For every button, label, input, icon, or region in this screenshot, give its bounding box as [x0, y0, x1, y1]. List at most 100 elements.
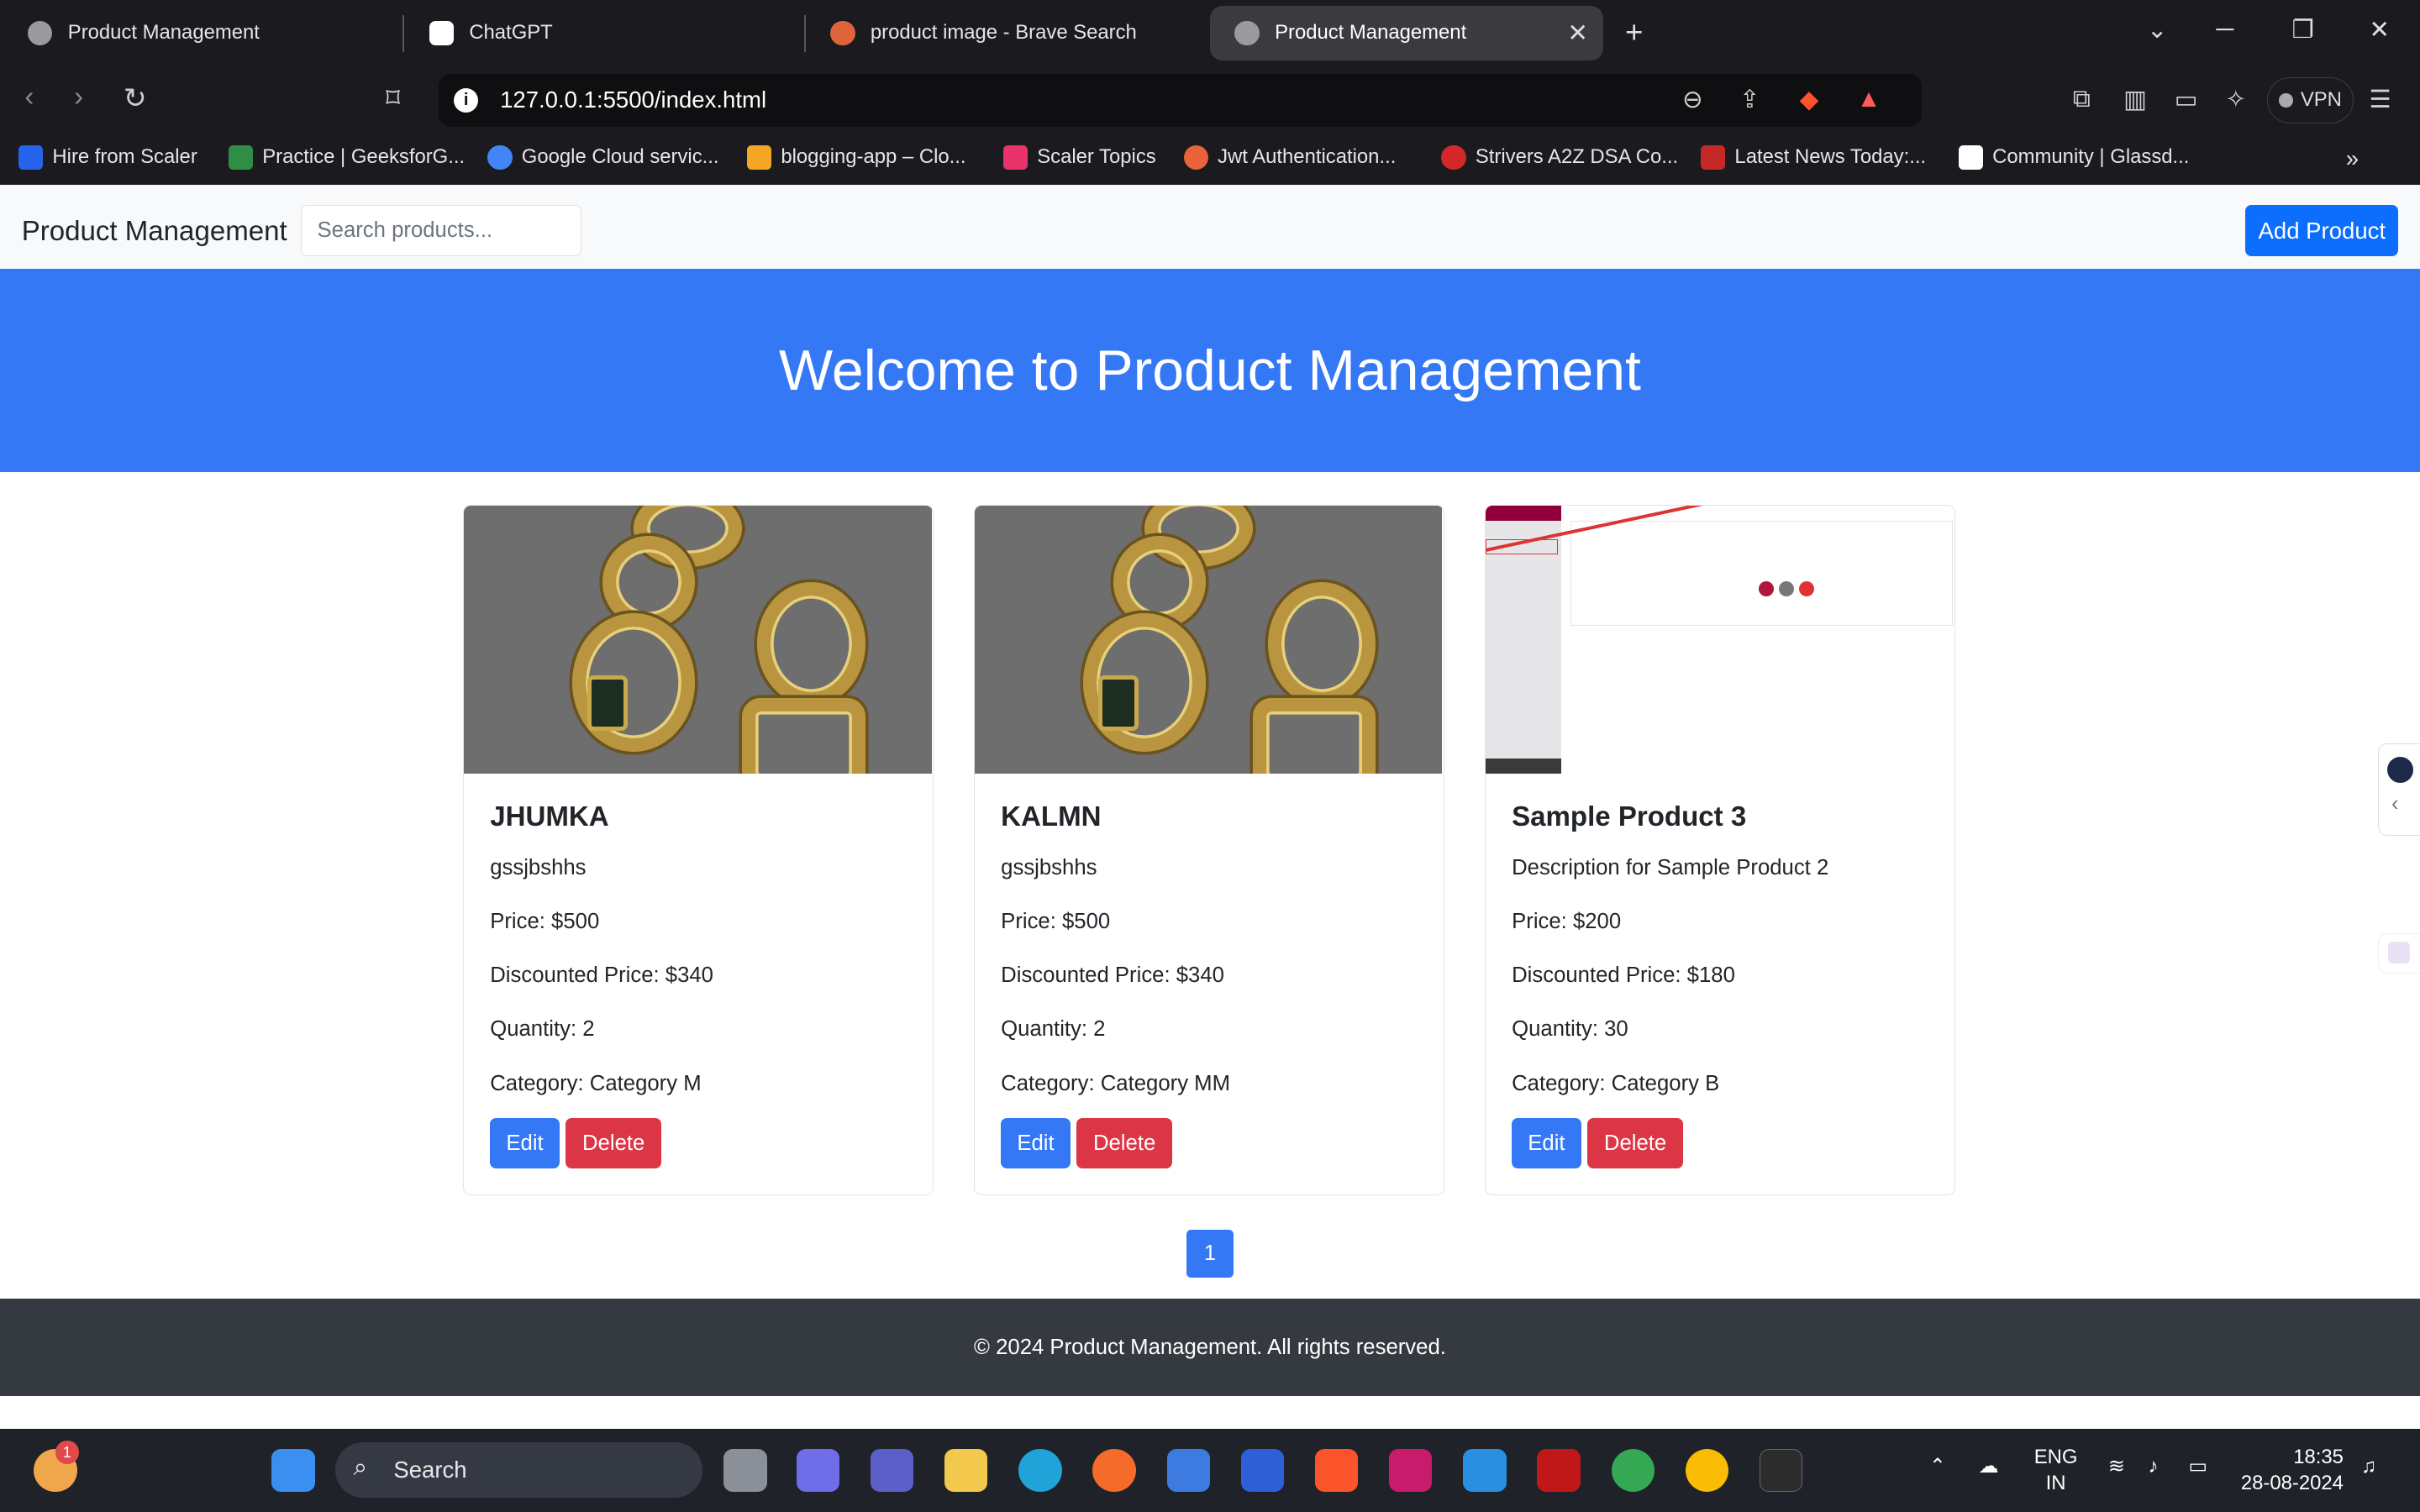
product-card: KALMN gssjbshhs Price: $500 Discounted P…: [973, 504, 1445, 1196]
takeuforward-icon: [1441, 144, 1466, 170]
ring-shape: [741, 698, 865, 774]
bookmark-item[interactable]: blogging-app – Clo...: [746, 144, 966, 170]
add-product-button[interactable]: Add Product: [2245, 205, 2399, 256]
edit-button[interactable]: Edit: [1512, 1117, 1581, 1169]
vscode-icon[interactable]: [1463, 1448, 1507, 1493]
hero-banner: Welcome to Product Management: [0, 268, 2420, 472]
zoom-icon[interactable]: ⊖: [1682, 85, 1703, 114]
brave-rewards-icon[interactable]: ▲: [1857, 85, 1881, 113]
product-discounted-price: Discounted Price: $180: [1512, 963, 1735, 988]
terminal-icon[interactable]: [1759, 1448, 1803, 1493]
bookmark-item[interactable]: Scaler Topics: [1002, 144, 1156, 170]
delete-button[interactable]: Delete: [566, 1117, 662, 1169]
delete-button[interactable]: Delete: [1076, 1117, 1173, 1169]
chrome-profile-icon[interactable]: [1685, 1448, 1729, 1493]
tab-chatgpt[interactable]: ChatGPT: [404, 6, 802, 60]
bookmark-label: blogging-app – Clo...: [781, 145, 966, 169]
app-icon[interactable]: [1240, 1448, 1285, 1493]
google-cloud-icon: [487, 144, 513, 170]
tab-title: Product Management: [1275, 21, 1467, 45]
intellij-icon[interactable]: [1389, 1448, 1433, 1493]
bookmark-item[interactable]: Strivers A2Z DSA Co...: [1441, 144, 1678, 170]
store-icon[interactable]: [1166, 1448, 1210, 1493]
restore-icon[interactable]: ❐: [2291, 15, 2313, 45]
site-info-icon[interactable]: i: [453, 87, 479, 113]
menu-icon[interactable]: ☰: [2369, 85, 2391, 114]
wallet-icon[interactable]: ▭: [2175, 85, 2198, 114]
brave-taskbar-icon[interactable]: [1314, 1448, 1359, 1493]
screenshot-footer: [1485, 758, 1561, 774]
edit-button[interactable]: Edit: [490, 1117, 560, 1169]
brand-title[interactable]: Product Management: [22, 216, 287, 248]
edit-button[interactable]: Edit: [1001, 1117, 1071, 1169]
brave-icon: [830, 20, 855, 46]
wifi-icon[interactable]: ≋: [2108, 1453, 2125, 1479]
file-explorer-icon[interactable]: [944, 1448, 988, 1493]
jwt-icon: [1183, 144, 1209, 170]
bookmark-label: Community | Glassd...: [1992, 145, 2190, 169]
copilot-icon[interactable]: [796, 1448, 840, 1493]
vpn-button[interactable]: VPN: [2267, 76, 2354, 123]
more-bookmarks-icon[interactable]: »: [2346, 145, 2359, 172]
hero-title: Welcome to Product Management: [779, 338, 1641, 402]
bookmark-label: Google Cloud servic...: [521, 145, 719, 169]
product-quantity: Quantity: 30: [1512, 1017, 1628, 1042]
bookmark-item[interactable]: Jwt Authentication...: [1183, 144, 1396, 170]
screenshot-canvas: [1570, 520, 1954, 626]
task-view-icon[interactable]: [723, 1448, 767, 1493]
bookmark-item[interactable]: Latest News Today:...: [1701, 144, 1926, 170]
taskbar-search[interactable]: ⌕ Search: [334, 1442, 702, 1499]
page-footer: © 2024 Product Management. All rights re…: [0, 1299, 2420, 1397]
mcafee-icon[interactable]: [1537, 1448, 1581, 1493]
close-window-icon[interactable]: ✕: [2369, 15, 2390, 45]
minimize-icon[interactable]: ─: [2217, 15, 2234, 44]
product-card: JHUMKA gssjbshhs Price: $500 Discounted …: [463, 504, 934, 1196]
gemstone-shape: [587, 675, 628, 731]
product-name: JHUMKA: [490, 801, 609, 833]
brave-shields-icon[interactable]: ◆: [1800, 85, 1819, 114]
onedrive-icon[interactable]: ☁: [1979, 1453, 1999, 1479]
edge-icon[interactable]: [1018, 1448, 1062, 1493]
firefox-icon[interactable]: [1092, 1448, 1136, 1493]
screenshot-header: [1485, 505, 1561, 521]
chrome-icon[interactable]: [1611, 1448, 1655, 1493]
reload-icon[interactable]: ↻: [124, 81, 147, 115]
clock[interactable]: 18:35 28-08-2024: [2241, 1444, 2344, 1496]
show-hidden-icons[interactable]: ⌃: [1929, 1453, 1946, 1479]
leo-ai-icon[interactable]: ✧: [2226, 85, 2247, 114]
screen: Product Management ChatGPT product image…: [0, 0, 2420, 1512]
screenshot-dot: [1798, 580, 1815, 596]
notifications-bell-icon[interactable]: ♫: [2361, 1453, 2376, 1479]
bookmark-item[interactable]: Practice | GeeksforG...: [228, 144, 465, 170]
tab-product-management-active[interactable]: Product Management ✕: [1209, 6, 1604, 60]
bookmark-item[interactable]: Community | Glassd...: [1958, 144, 2190, 170]
tab-product-management-1[interactable]: Product Management: [3, 6, 402, 60]
product-image-screenshot: [1485, 505, 1954, 774]
close-tab-icon[interactable]: ✕: [1567, 18, 1588, 48]
bookmark-item[interactable]: Hire from Scaler: [18, 144, 197, 170]
battery-icon[interactable]: ▭: [2188, 1453, 2207, 1479]
forward-icon[interactable]: ›: [74, 81, 83, 113]
sidebar-icon[interactable]: ▥: [2123, 85, 2147, 114]
firebase-icon: [746, 144, 772, 170]
search-input[interactable]: [301, 205, 582, 256]
side-widget[interactable]: [2378, 933, 2420, 974]
pagination-page-1[interactable]: 1: [1186, 1229, 1234, 1278]
bookmark-item[interactable]: Google Cloud servic...: [487, 144, 719, 170]
volume-icon[interactable]: ♪: [2149, 1453, 2159, 1479]
delete-button[interactable]: Delete: [1587, 1117, 1683, 1169]
bookmark-icon[interactable]: ⌑: [386, 81, 400, 115]
windows-start-icon[interactable]: [271, 1448, 315, 1493]
language-indicator[interactable]: ENG IN: [2034, 1444, 2078, 1496]
globe-icon: [28, 20, 53, 46]
share-icon[interactable]: ⇪: [1739, 85, 1760, 114]
new-tab-icon[interactable]: +: [1625, 15, 1643, 50]
extensions-icon[interactable]: ⧉: [2073, 85, 2091, 113]
teams-icon[interactable]: [870, 1448, 914, 1493]
vpn-label: VPN: [2300, 88, 2342, 112]
tab-list-chevron-icon[interactable]: ⌄: [2147, 15, 2168, 45]
tab-brave-search[interactable]: product image - Brave Search: [806, 6, 1204, 60]
side-panel-toggle[interactable]: ‹: [2378, 743, 2420, 837]
back-icon[interactable]: ‹: [24, 81, 34, 113]
url-text: 127.0.0.1:5500/index.html: [500, 87, 767, 113]
